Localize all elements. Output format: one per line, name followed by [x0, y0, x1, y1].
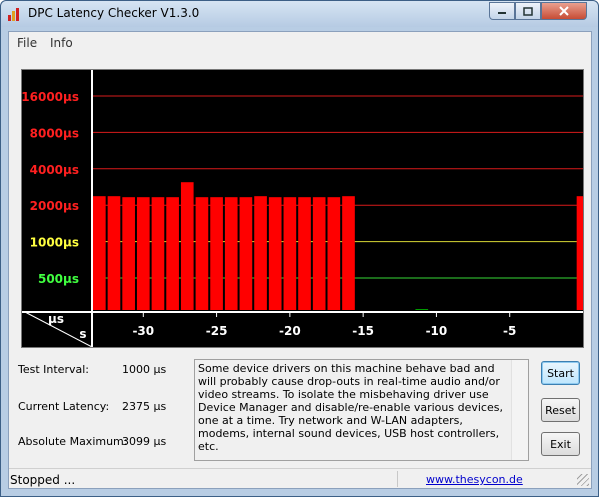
bar-8: [210, 197, 223, 310]
status-divider: [397, 471, 398, 487]
driver-message-text: Some device drivers on this machine beha…: [198, 362, 503, 453]
dpc-app-icon: [8, 7, 22, 21]
website-link[interactable]: www.thesycon.de: [426, 473, 523, 486]
bar-9: [224, 197, 238, 310]
current-latency-value: 2375 µs: [122, 400, 167, 413]
test-interval-value: 1000 µs: [122, 363, 167, 376]
y-tick-label-0: 16000µs: [22, 90, 79, 104]
bar-7: [195, 197, 209, 310]
bar-6: [180, 182, 194, 310]
y-unit-label: µs: [48, 312, 64, 326]
resize-grip[interactable]: [577, 474, 589, 486]
title-bar[interactable]: DPC Latency Checker V1.3.0: [1, 1, 598, 27]
absolute-maximum-label: Absolute Maximum:: [18, 435, 128, 448]
x-tick-label-4: -10: [426, 324, 448, 338]
window-title: DPC Latency Checker V1.3.0: [28, 6, 200, 20]
app-window: DPC Latency Checker V1.3.0 File Info 160…: [0, 0, 599, 497]
x-unit-label: s: [79, 327, 86, 341]
x-tick-label-1: -25: [206, 324, 228, 338]
maximize-icon: [523, 6, 533, 16]
y-tick-label-4: 1000µs: [30, 236, 79, 250]
bar-16: [327, 197, 341, 310]
latency-chart-svg: 16000µs 8000µs 4000µs 2000µs 1000µs 500µs µs s -…: [22, 70, 583, 347]
bar-10: [239, 197, 253, 310]
bar-11: [254, 196, 267, 310]
y-tick-label-1: 8000µs: [30, 126, 79, 140]
close-button[interactable]: [541, 2, 587, 20]
bar-15: [312, 197, 326, 310]
current-latency-label: Current Latency:: [18, 400, 110, 413]
absolute-maximum-value: 3099 µs: [122, 435, 167, 448]
bar-33: [576, 196, 583, 310]
status-bar: Stopped ... www.thesycon.de: [9, 468, 591, 488]
bar-22: [415, 309, 429, 310]
menu-info[interactable]: Info: [50, 36, 73, 50]
x-tick-label-0: -30: [132, 324, 154, 338]
bar-13: [283, 197, 297, 310]
x-tick-label-5: -5: [503, 324, 516, 338]
test-interval-label: Test Interval:: [18, 363, 89, 376]
bar-14: [298, 197, 311, 310]
start-button[interactable]: Start: [541, 361, 580, 385]
bar-0: [93, 196, 106, 310]
bar-12: [268, 197, 282, 310]
bar-5: [166, 197, 179, 310]
minimize-icon: [498, 12, 506, 14]
reset-button[interactable]: Reset: [541, 398, 580, 422]
x-tick-label-2: -20: [279, 324, 301, 338]
bar-17: [342, 196, 355, 310]
x-tick-label-3: -15: [352, 324, 374, 338]
minimize-button[interactable]: [489, 2, 515, 20]
menu-bar: File Info: [9, 32, 591, 54]
message-scrollbar[interactable]: [511, 360, 528, 460]
client-area: File Info 16000µs 8000µs 4000µs 2000µs 1000µ…: [8, 31, 592, 489]
bar-3: [136, 197, 150, 310]
bar-4: [151, 197, 165, 310]
y-tick-label-3: 2000µs: [30, 199, 79, 213]
y-tick-label-5: 500µs: [38, 272, 79, 286]
y-tick-label-2: 4000µs: [30, 163, 79, 177]
close-icon: [559, 6, 569, 16]
bar-2: [122, 197, 135, 310]
bar-1: [107, 196, 121, 310]
exit-button[interactable]: Exit: [541, 432, 580, 456]
menu-file[interactable]: File: [17, 36, 37, 50]
latency-chart: 16000µs 8000µs 4000µs 2000µs 1000µs 500µs µs s -…: [21, 69, 584, 348]
maximize-button[interactable]: [515, 2, 541, 20]
driver-message-box[interactable]: Some device drivers on this machine beha…: [194, 359, 529, 461]
status-text: Stopped ...: [10, 473, 76, 487]
